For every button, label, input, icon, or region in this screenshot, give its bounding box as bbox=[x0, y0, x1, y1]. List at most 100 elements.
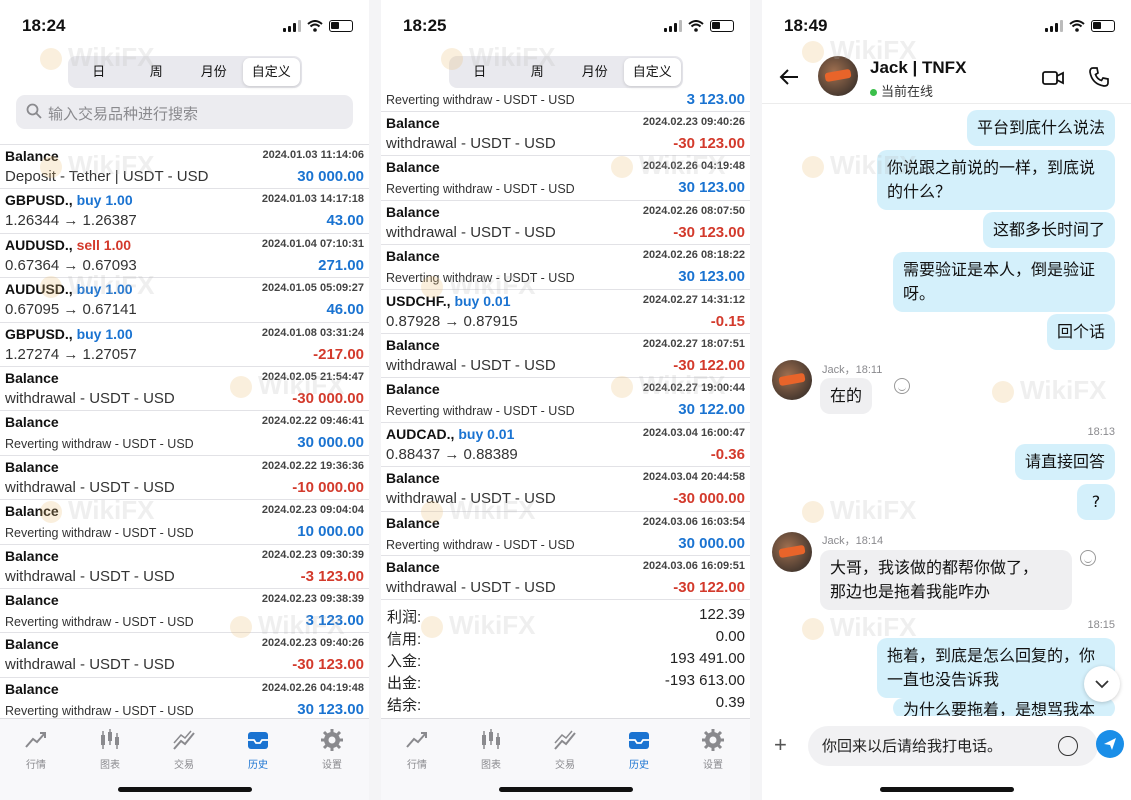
row-datetime: 2024.03.06 16:09:51 bbox=[642, 559, 745, 572]
list-item[interactable]: Balance 2024.03.04 20:44:58 withdrawal - U… bbox=[381, 467, 750, 512]
segment-day[interactable]: 日 bbox=[70, 58, 128, 86]
emoji-icon[interactable] bbox=[1058, 736, 1078, 756]
message-sent-partial[interactable]: 为什么要拖着，是想骂我本 bbox=[893, 698, 1115, 718]
row-comment: 0.67364 → 0.67093 bbox=[5, 256, 137, 274]
watermark: WikiFX bbox=[992, 375, 1106, 406]
row-comment: 0.87928 → 0.87915 bbox=[386, 312, 518, 330]
avatar[interactable] bbox=[772, 532, 812, 572]
tab-history[interactable]: 历史 bbox=[609, 727, 669, 771]
trade-icon bbox=[171, 727, 197, 753]
segment-day[interactable]: 日 bbox=[451, 58, 509, 86]
message-sent[interactable]: 拖着，到底是怎么回复的，你 一直也没告诉我 bbox=[877, 638, 1115, 698]
tab-history[interactable]: 历史 bbox=[228, 727, 288, 771]
list-item[interactable]: Balance 2024.02.27 19:00:44 Reverting with… bbox=[381, 378, 750, 423]
list-item[interactable]: Balance 2024.01.03 11:14:06 Deposit - Teth… bbox=[0, 145, 369, 190]
list-item[interactable]: Balance 2024.02.22 09:46:41 Reverting with… bbox=[0, 411, 369, 456]
row-datetime: 2024.01.08 03:31:24 bbox=[261, 326, 364, 339]
list-item[interactable]: GBPUSD., buy 1.00 2024.01.03 14:17:18 1.26… bbox=[0, 189, 369, 234]
message-sent[interactable]: 回个话 bbox=[1046, 314, 1115, 350]
segment-custom[interactable]: 自定义 bbox=[623, 58, 681, 86]
message-input[interactable]: 你回来以后请给我打电话。 bbox=[808, 726, 1098, 766]
tab-quotes[interactable]: 行情 bbox=[387, 727, 447, 771]
reaction-icon[interactable] bbox=[1080, 550, 1096, 566]
row-amount: -10 000.00 bbox=[292, 478, 364, 496]
list-item-partial[interactable]: Reverting withdraw - USDT - USD 3 123.00 bbox=[381, 88, 750, 112]
tab-quotes[interactable]: 行情 bbox=[6, 727, 66, 771]
video-call-icon[interactable] bbox=[1042, 68, 1064, 88]
message-sent[interactable]: 请直接回答 bbox=[1014, 444, 1115, 480]
list-item[interactable]: Balance 2024.02.23 09:04:04 Reverting with… bbox=[0, 500, 369, 545]
message-sent[interactable]: 平台到底什么说法 bbox=[966, 110, 1115, 146]
message-sent[interactable]: ? bbox=[1077, 484, 1115, 520]
row-symbol: Balance bbox=[5, 681, 59, 697]
chart-icon bbox=[97, 727, 123, 753]
list-item[interactable]: USDCHF., buy 0.01 2024.02.27 14:31:12 0.87… bbox=[381, 290, 750, 334]
row-symbol-text: Balance bbox=[5, 369, 59, 386]
list-item[interactable]: AUDUSD., sell 1.00 2024.01.04 07:10:31 0.6… bbox=[0, 234, 369, 279]
list-item[interactable]: Balance 2024.02.26 08:18:22 Reverting with… bbox=[381, 245, 750, 290]
row-comment: withdrawal - USDT - USD bbox=[5, 567, 175, 585]
row-comment: withdrawal - USDT - USD bbox=[386, 223, 556, 241]
search-input[interactable]: 输入交易品种进行搜索 bbox=[16, 95, 353, 129]
list-item[interactable]: Balance 2024.02.26 08:07:50 withdrawal - U… bbox=[381, 201, 750, 246]
list-item[interactable]: Balance 2024.02.26 04:19:48 Reverting with… bbox=[0, 678, 369, 723]
row-symbol: AUDUSD., sell 1.00 bbox=[5, 237, 131, 253]
segment-custom[interactable]: 自定义 bbox=[242, 58, 300, 86]
quotes-icon bbox=[23, 727, 49, 753]
row-side: buy 1.00 bbox=[76, 325, 133, 342]
avatar[interactable] bbox=[772, 360, 812, 400]
list-item[interactable]: Balance 2024.03.06 16:03:54 Reverting with… bbox=[381, 512, 750, 556]
row-symbol-text: Balance bbox=[386, 558, 440, 575]
list-item[interactable]: AUDUSD., buy 1.00 2024.01.05 05:09:27 0.67… bbox=[0, 278, 369, 323]
tab-settings[interactable]: 设置 bbox=[302, 727, 362, 771]
back-arrow-icon[interactable] bbox=[778, 66, 800, 88]
message-sent[interactable]: 这都多长时间了 bbox=[982, 212, 1115, 248]
list-item[interactable]: Balance 2024.03.06 16:09:51 withdrawal - U… bbox=[381, 556, 750, 601]
tab-settings[interactable]: 设置 bbox=[683, 727, 743, 771]
scroll-to-bottom-button[interactable] bbox=[1084, 666, 1120, 702]
message-received[interactable]: 大哥，我该做的都帮你做了， 那边也是拖着我能咋办 bbox=[820, 550, 1072, 610]
list-item[interactable]: Balance 2024.02.23 09:38:39 Reverting with… bbox=[0, 589, 369, 634]
settings-icon bbox=[700, 727, 726, 753]
message-received[interactable]: 在的 bbox=[820, 378, 873, 414]
tab-trade[interactable]: 交易 bbox=[535, 727, 595, 771]
segment-month[interactable]: 月份 bbox=[566, 58, 624, 86]
list-item[interactable]: AUDCAD., buy 0.01 2024.03.04 16:00:47 0.88… bbox=[381, 423, 750, 468]
list-item[interactable]: Balance 2024.02.23 09:30:39 withdrawal - U… bbox=[0, 545, 369, 589]
search-icon bbox=[26, 103, 42, 119]
segment-month[interactable]: 月份 bbox=[185, 58, 243, 86]
list-item[interactable]: Balance 2024.02.05 21:54:47 withdrawal - U… bbox=[0, 367, 369, 412]
row-symbol-text: Balance bbox=[386, 115, 440, 131]
tab-label: 交易 bbox=[174, 760, 194, 771]
history-icon bbox=[626, 727, 652, 753]
message-sent[interactable]: 需要验证是本人，倒是验证 呀。 bbox=[893, 252, 1115, 312]
row-symbol-text: Balance bbox=[386, 336, 440, 353]
list-item[interactable]: GBPUSD., buy 1.00 2024.01.08 03:31:24 1.27… bbox=[0, 323, 369, 367]
avatar[interactable] bbox=[818, 56, 858, 96]
phone-call-icon[interactable] bbox=[1088, 66, 1110, 88]
row-comment: withdrawal - USDT - USD bbox=[386, 135, 556, 152]
online-status: 当前在线 bbox=[870, 81, 933, 100]
row-symbol-text: GBPUSD., bbox=[5, 325, 73, 342]
list-item[interactable]: Balance 2024.02.26 04:19:48 Reverting with… bbox=[381, 156, 750, 201]
total-label: 入金: bbox=[387, 653, 422, 670]
message-line: 大哥，我该做的都帮你做了， bbox=[830, 558, 1039, 577]
tab-trade[interactable]: 交易 bbox=[154, 727, 214, 771]
tab-chart[interactable]: 图表 bbox=[80, 727, 140, 771]
segment-week[interactable]: 周 bbox=[128, 58, 186, 86]
chat-screen: 18:49 Jack | TNFX 当前在线 平台到底什么说法 你说跟之前说的一… bbox=[762, 0, 1131, 800]
row-amount: 30 123.00 bbox=[297, 700, 364, 718]
reaction-icon[interactable] bbox=[894, 378, 910, 394]
list-item[interactable]: Balance 2024.02.27 18:07:51 withdrawal - U… bbox=[381, 334, 750, 379]
segment-week[interactable]: 周 bbox=[509, 58, 567, 86]
tab-chart[interactable]: 图表 bbox=[461, 727, 521, 771]
row-comment: withdrawal - USDT - USD bbox=[5, 656, 175, 674]
list-item[interactable]: Balance 2024.02.23 09:40:26 withdrawal - U… bbox=[0, 633, 369, 678]
list-item[interactable]: Balance 2024.02.22 19:36:36 withdrawal - U… bbox=[0, 456, 369, 501]
plus-icon[interactable]: + bbox=[774, 732, 796, 758]
send-button[interactable] bbox=[1096, 730, 1124, 758]
list-item[interactable]: Balance 2024.02.23 09:40:26 withdrawal - U… bbox=[381, 112, 750, 157]
message-sent[interactable]: 你说跟之前说的一样，到底说 的什么？ bbox=[877, 150, 1115, 210]
row-symbol: Balance bbox=[5, 503, 59, 519]
row-amount: -30 122.00 bbox=[673, 356, 745, 374]
